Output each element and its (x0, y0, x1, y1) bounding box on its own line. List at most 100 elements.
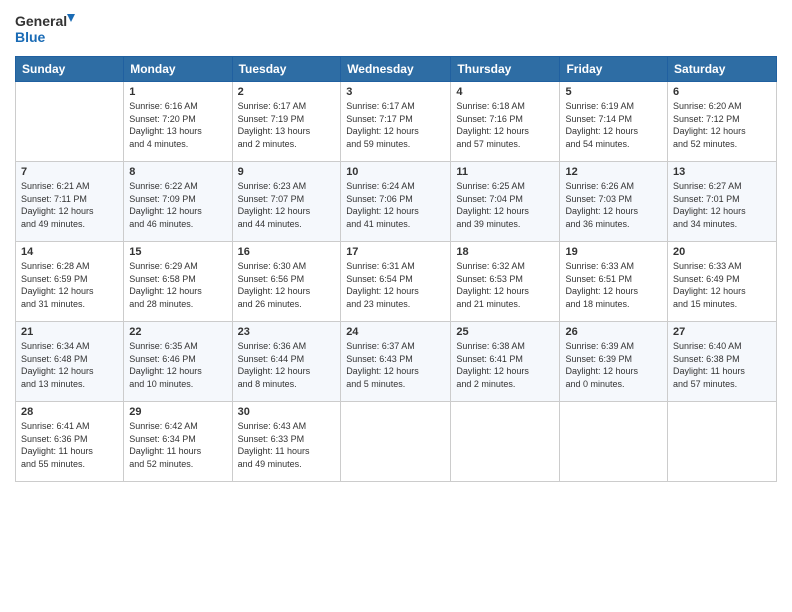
page-header: General Blue (15, 10, 777, 48)
calendar-cell: 12Sunrise: 6:26 AM Sunset: 7:03 PM Dayli… (560, 162, 668, 242)
day-info: Sunrise: 6:28 AM Sunset: 6:59 PM Dayligh… (21, 260, 118, 310)
day-number: 26 (565, 326, 662, 338)
day-info: Sunrise: 6:16 AM Sunset: 7:20 PM Dayligh… (129, 100, 226, 150)
day-number: 18 (456, 246, 554, 258)
calendar-cell (668, 402, 777, 482)
calendar-cell: 8 Sunrise: 6:22 AM Sunset: 7:09 PM Daylig… (124, 162, 232, 242)
calendar-cell: 28 Sunrise: 6:41 AM Sunset: 6:36 PM Dayli… (16, 402, 124, 482)
day-number: 3 (346, 86, 445, 98)
day-info: Sunrise: 6:18 AM Sunset: 7:16 PM Dayligh… (456, 100, 554, 150)
day-info: Sunrise: 6:31 AM Sunset: 6:54 PM Dayligh… (346, 260, 445, 310)
calendar-cell: 16Sunrise: 6:30 AM Sunset: 6:56 PM Dayli… (232, 242, 341, 322)
day-info: Sunrise: 6:34 AM Sunset: 6:48 PM Dayligh… (21, 340, 118, 390)
calendar-cell: 11 Sunrise: 6:25 AM Sunset: 7:04 PM Dayli… (451, 162, 560, 242)
calendar-header-row: SundayMondayTuesdayWednesdayThursdayFrid… (16, 57, 777, 82)
day-number: 13 (673, 166, 771, 178)
calendar-cell: 23Sunrise: 6:36 AM Sunset: 6:44 PM Dayli… (232, 322, 341, 402)
day-info: Sunrise: 6:23 AM Sunset: 7:07 PM Dayligh… (238, 180, 336, 230)
day-number: 30 (238, 406, 336, 418)
calendar-week-row: 21 Sunrise: 6:34 AM Sunset: 6:48 PM Dayli… (16, 322, 777, 402)
calendar-cell (341, 402, 451, 482)
calendar-cell: 30 Sunrise: 6:43 AM Sunset: 6:33 PM Dayli… (232, 402, 341, 482)
day-number: 2 (238, 86, 336, 98)
calendar-cell: 3 Sunrise: 6:17 AM Sunset: 7:17 PM Daylig… (341, 82, 451, 162)
day-info: Sunrise: 6:20 AM Sunset: 7:12 PM Dayligh… (673, 100, 771, 150)
calendar-cell: 27Sunrise: 6:40 AM Sunset: 6:38 PM Dayli… (668, 322, 777, 402)
day-number: 19 (565, 246, 662, 258)
day-info: Sunrise: 6:29 AM Sunset: 6:58 PM Dayligh… (129, 260, 226, 310)
day-info: Sunrise: 6:17 AM Sunset: 7:17 PM Dayligh… (346, 100, 445, 150)
calendar-cell: 14Sunrise: 6:28 AM Sunset: 6:59 PM Dayli… (16, 242, 124, 322)
calendar-cell: 9 Sunrise: 6:23 AM Sunset: 7:07 PM Daylig… (232, 162, 341, 242)
day-number: 10 (346, 166, 445, 178)
calendar-week-row: 1 Sunrise: 6:16 AM Sunset: 7:20 PM Daylig… (16, 82, 777, 162)
calendar-cell: 25 Sunrise: 6:38 AM Sunset: 6:41 PM Dayli… (451, 322, 560, 402)
day-info: Sunrise: 6:43 AM Sunset: 6:33 PM Dayligh… (238, 420, 336, 470)
calendar-header-wednesday: Wednesday (341, 57, 451, 82)
calendar-cell: 18 Sunrise: 6:32 AM Sunset: 6:53 PM Dayli… (451, 242, 560, 322)
day-info: Sunrise: 6:35 AM Sunset: 6:46 PM Dayligh… (129, 340, 226, 390)
day-number: 5 (565, 86, 662, 98)
day-info: Sunrise: 6:22 AM Sunset: 7:09 PM Dayligh… (129, 180, 226, 230)
day-info: Sunrise: 6:17 AM Sunset: 7:19 PM Dayligh… (238, 100, 336, 150)
day-number: 25 (456, 326, 554, 338)
day-info: Sunrise: 6:42 AM Sunset: 6:34 PM Dayligh… (129, 420, 226, 470)
day-info: Sunrise: 6:30 AM Sunset: 6:56 PM Dayligh… (238, 260, 336, 310)
day-info: Sunrise: 6:21 AM Sunset: 7:11 PM Dayligh… (21, 180, 118, 230)
calendar-week-row: 28 Sunrise: 6:41 AM Sunset: 6:36 PM Dayli… (16, 402, 777, 482)
calendar-cell: 22 Sunrise: 6:35 AM Sunset: 6:46 PM Dayli… (124, 322, 232, 402)
day-number: 11 (456, 166, 554, 178)
calendar-header-tuesday: Tuesday (232, 57, 341, 82)
calendar-cell: 7 Sunrise: 6:21 AM Sunset: 7:11 PM Daylig… (16, 162, 124, 242)
day-number: 21 (21, 326, 118, 338)
day-number: 20 (673, 246, 771, 258)
calendar-header-thursday: Thursday (451, 57, 560, 82)
calendar-cell: 21 Sunrise: 6:34 AM Sunset: 6:48 PM Dayli… (16, 322, 124, 402)
calendar-cell: 24 Sunrise: 6:37 AM Sunset: 6:43 PM Dayli… (341, 322, 451, 402)
day-number: 29 (129, 406, 226, 418)
calendar-cell: 15 Sunrise: 6:29 AM Sunset: 6:58 PM Dayli… (124, 242, 232, 322)
day-info: Sunrise: 6:26 AM Sunset: 7:03 PM Dayligh… (565, 180, 662, 230)
svg-text:Blue: Blue (15, 29, 46, 45)
day-info: Sunrise: 6:41 AM Sunset: 6:36 PM Dayligh… (21, 420, 118, 470)
day-number: 9 (238, 166, 336, 178)
day-number: 7 (21, 166, 118, 178)
calendar-cell: 26Sunrise: 6:39 AM Sunset: 6:39 PM Dayli… (560, 322, 668, 402)
day-info: Sunrise: 6:37 AM Sunset: 6:43 PM Dayligh… (346, 340, 445, 390)
day-number: 4 (456, 86, 554, 98)
day-number: 22 (129, 326, 226, 338)
calendar-cell: 1 Sunrise: 6:16 AM Sunset: 7:20 PM Daylig… (124, 82, 232, 162)
day-number: 1 (129, 86, 226, 98)
calendar-cell: 17 Sunrise: 6:31 AM Sunset: 6:54 PM Dayli… (341, 242, 451, 322)
day-info: Sunrise: 6:33 AM Sunset: 6:51 PM Dayligh… (565, 260, 662, 310)
day-number: 15 (129, 246, 226, 258)
calendar-cell (16, 82, 124, 162)
day-number: 8 (129, 166, 226, 178)
calendar-cell (560, 402, 668, 482)
day-info: Sunrise: 6:38 AM Sunset: 6:41 PM Dayligh… (456, 340, 554, 390)
calendar-cell: 19 Sunrise: 6:33 AM Sunset: 6:51 PM Dayli… (560, 242, 668, 322)
day-number: 17 (346, 246, 445, 258)
calendar-table: SundayMondayTuesdayWednesdayThursdayFrid… (15, 56, 777, 482)
day-info: Sunrise: 6:25 AM Sunset: 7:04 PM Dayligh… (456, 180, 554, 230)
calendar-cell: 10 Sunrise: 6:24 AM Sunset: 7:06 PM Dayli… (341, 162, 451, 242)
day-number: 23 (238, 326, 336, 338)
calendar-cell: 29 Sunrise: 6:42 AM Sunset: 6:34 PM Dayli… (124, 402, 232, 482)
calendar-cell: 2 Sunrise: 6:17 AM Sunset: 7:19 PM Daylig… (232, 82, 341, 162)
calendar-header-friday: Friday (560, 57, 668, 82)
day-info: Sunrise: 6:24 AM Sunset: 7:06 PM Dayligh… (346, 180, 445, 230)
calendar-week-row: 14Sunrise: 6:28 AM Sunset: 6:59 PM Dayli… (16, 242, 777, 322)
calendar-cell: 6 Sunrise: 6:20 AM Sunset: 7:12 PM Daylig… (668, 82, 777, 162)
day-info: Sunrise: 6:32 AM Sunset: 6:53 PM Dayligh… (456, 260, 554, 310)
calendar-cell: 13 Sunrise: 6:27 AM Sunset: 7:01 PM Dayli… (668, 162, 777, 242)
day-number: 24 (346, 326, 445, 338)
calendar-cell: 5Sunrise: 6:19 AM Sunset: 7:14 PM Daylig… (560, 82, 668, 162)
day-info: Sunrise: 6:27 AM Sunset: 7:01 PM Dayligh… (673, 180, 771, 230)
day-number: 28 (21, 406, 118, 418)
calendar-week-row: 7 Sunrise: 6:21 AM Sunset: 7:11 PM Daylig… (16, 162, 777, 242)
logo: General Blue (15, 10, 75, 48)
day-number: 6 (673, 86, 771, 98)
calendar-header-saturday: Saturday (668, 57, 777, 82)
svg-text:General: General (15, 13, 67, 29)
calendar-cell: 4 Sunrise: 6:18 AM Sunset: 7:16 PM Daylig… (451, 82, 560, 162)
